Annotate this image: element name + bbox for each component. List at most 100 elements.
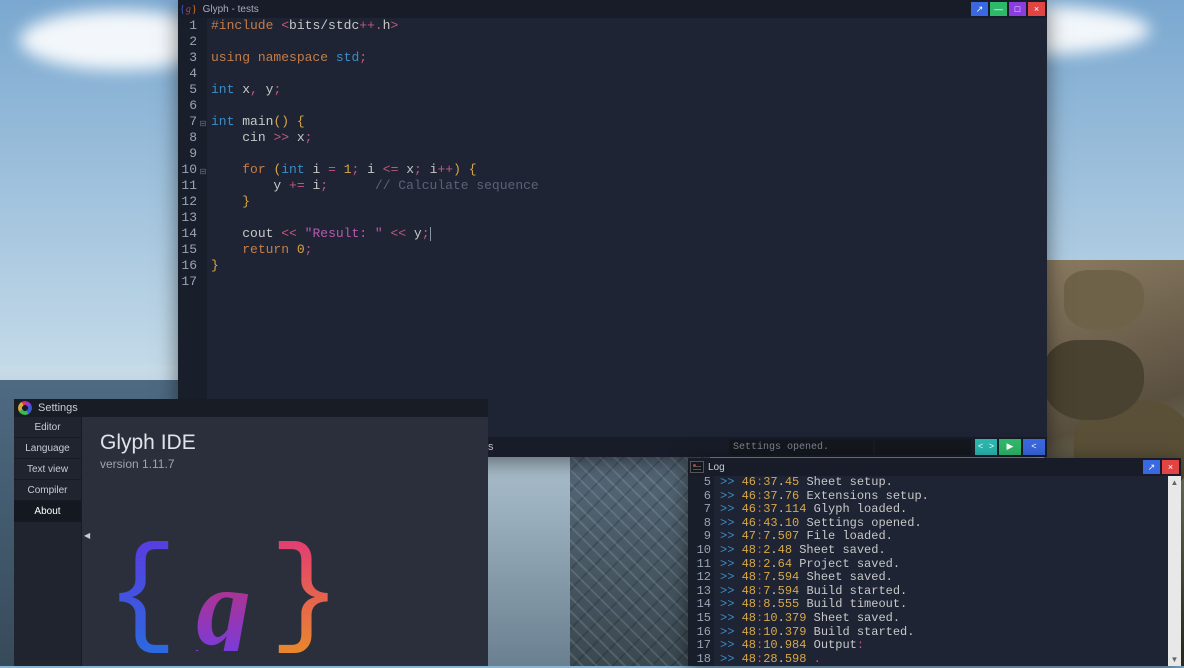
line-number: 8 — [178, 130, 197, 146]
settings-tab-language[interactable]: Language — [14, 438, 81, 459]
code-line[interactable] — [211, 146, 1047, 162]
code-line[interactable] — [211, 274, 1047, 290]
code-line[interactable] — [211, 210, 1047, 226]
log-entry: >> 48:7.594 Sheet saved. — [720, 571, 1168, 585]
log-entry: >> 48:10.984 Output: — [720, 639, 1168, 653]
line-number: 11 — [178, 178, 197, 194]
scroll-down-button[interactable]: ▼ — [1168, 653, 1181, 666]
about-logo: { g } — [106, 537, 341, 657]
settings-tab-about[interactable]: About — [14, 501, 81, 522]
editor-titlebar[interactable]: g Glyph - tests ↗ — □ × — [178, 0, 1047, 18]
line-number: 3 — [178, 50, 197, 66]
log-scrollbar[interactable]: ▲ ▼ — [1168, 476, 1181, 666]
log-line-number: 18 — [688, 653, 711, 667]
window-move-button[interactable]: ↗ — [971, 2, 988, 16]
text-caret — [430, 227, 431, 241]
logo-g-icon: g — [196, 563, 251, 651]
code-line[interactable]: int x, y; — [211, 82, 1047, 98]
code-line[interactable]: for (int i = 1; i <= x; i++) { — [211, 162, 1047, 178]
fold-strip[interactable]: ⊟⊟ — [200, 18, 207, 437]
log-entry: >> 48:10.379 Build started. — [720, 626, 1168, 640]
settings-content: Glyph IDE version 1.11.7 { g } — [82, 417, 488, 666]
log-line-number: 13 — [688, 585, 711, 599]
line-number: 13 — [178, 210, 197, 226]
settings-tab-compiler[interactable]: Compiler — [14, 480, 81, 501]
code-line[interactable]: cout << "Result: " << y; — [211, 226, 1047, 242]
line-number: 14 — [178, 226, 197, 242]
fold-toggle[interactable]: ⊟ — [199, 165, 207, 181]
log-line-number: 14 — [688, 598, 711, 612]
settings-window: Settings EditorLanguageText viewCompiler… — [14, 399, 488, 666]
log-entry: >> 46:37.114 Glyph loaded. — [720, 503, 1168, 517]
log-line-number: 15 — [688, 612, 711, 626]
log-line-gutter: 56789101112131415161718 — [688, 476, 714, 666]
code-line[interactable]: #include <bits/stdc++.h> — [211, 18, 1047, 34]
log-line-number: 10 — [688, 544, 711, 558]
line-number: 15 — [178, 242, 197, 258]
settings-titlebar[interactable]: Settings — [14, 399, 488, 417]
log-entry: >> 48:10.379 Sheet saved. — [720, 612, 1168, 626]
log-body[interactable]: 56789101112131415161718 >> 46:37.45 Shee… — [688, 476, 1168, 666]
log-titlebar[interactable]: Log ↗ × — [688, 458, 1181, 476]
log-entry: >> 47:7.507 File loaded. — [720, 530, 1168, 544]
line-number: 17 — [178, 274, 197, 290]
editor-window: g Glyph - tests ↗ — □ × 1234567891011121… — [178, 0, 1047, 457]
window-title: Glyph - tests — [203, 4, 259, 15]
line-number: 9 — [178, 146, 197, 162]
code-line[interactable] — [211, 66, 1047, 82]
code-line[interactable]: return 0; — [211, 242, 1047, 258]
line-number: 10 — [178, 162, 197, 178]
log-close-button[interactable]: × — [1162, 460, 1179, 474]
log-entry: >> 46:37.45 Sheet setup. — [720, 476, 1168, 490]
line-number: 12 — [178, 194, 197, 210]
log-entry: >> 46:43.10 Settings opened. — [720, 517, 1168, 531]
line-number: 16 — [178, 258, 197, 274]
command-input[interactable] — [875, 439, 971, 455]
settings-tab-text-view[interactable]: Text view — [14, 459, 81, 480]
log-entry: >> 48:8.555 Build timeout. — [720, 598, 1168, 612]
code-line[interactable] — [211, 34, 1047, 50]
scroll-track[interactable] — [1168, 489, 1181, 653]
settings-sidebar: EditorLanguageText viewCompilerAbout — [14, 417, 82, 666]
scroll-up-button[interactable]: ▲ — [1168, 476, 1181, 489]
log-entry: >> 48:2.48 Sheet saved. — [720, 544, 1168, 558]
settings-tab-editor[interactable]: Editor — [14, 417, 81, 438]
code-line[interactable]: } — [211, 194, 1047, 210]
log-line-number: 5 — [688, 476, 711, 490]
window-maximize-button[interactable]: □ — [1009, 2, 1026, 16]
code-line[interactable]: int main() { — [211, 114, 1047, 130]
code-line[interactable]: y += i; // Calculate sequence — [211, 178, 1047, 194]
code-editor[interactable]: 1234567891011121314151617 ⊟⊟ #include <b… — [178, 18, 1047, 437]
run-button[interactable]: ▶ — [999, 439, 1021, 455]
log-icon — [690, 461, 704, 473]
line-number-gutter: 1234567891011121314151617 — [178, 18, 200, 437]
log-line-number: 12 — [688, 571, 711, 585]
line-number: 7 — [178, 114, 197, 130]
code-area[interactable]: #include <bits/stdc++.h> using namespace… — [207, 18, 1047, 437]
code-line[interactable]: } — [211, 258, 1047, 274]
code-line[interactable] — [211, 98, 1047, 114]
format-button[interactable]: < > — [975, 439, 997, 455]
window-minimize-button[interactable]: — — [990, 2, 1007, 16]
back-button[interactable]: < — [1023, 439, 1045, 455]
line-number: 1 — [178, 18, 197, 34]
log-line-number: 8 — [688, 517, 711, 531]
fold-toggle[interactable]: ⊟ — [199, 117, 207, 133]
log-entry: >> 46:37.76 Extensions setup. — [720, 490, 1168, 504]
app-logo-icon: g — [180, 4, 197, 15]
log-line-number: 6 — [688, 490, 711, 504]
log-title: Log — [708, 462, 725, 473]
collapse-sidebar-button[interactable]: ◀ — [84, 531, 90, 540]
window-close-button[interactable]: × — [1028, 2, 1045, 16]
log-entry: >> 48:2.64 Project saved. — [720, 558, 1168, 572]
line-number: 2 — [178, 34, 197, 50]
line-number: 5 — [178, 82, 197, 98]
log-line-number: 17 — [688, 639, 711, 653]
log-entry: >> 48:7.594 Build started. — [720, 585, 1168, 599]
code-line[interactable]: cin >> x; — [211, 130, 1047, 146]
code-line[interactable]: using namespace std; — [211, 50, 1047, 66]
logo-brace-left-icon: { — [106, 537, 178, 657]
log-move-button[interactable]: ↗ — [1143, 460, 1160, 474]
about-app-name: Glyph IDE — [100, 431, 470, 455]
log-lines: >> 46:37.45 Sheet setup.>> 46:37.76 Exte… — [714, 476, 1168, 666]
